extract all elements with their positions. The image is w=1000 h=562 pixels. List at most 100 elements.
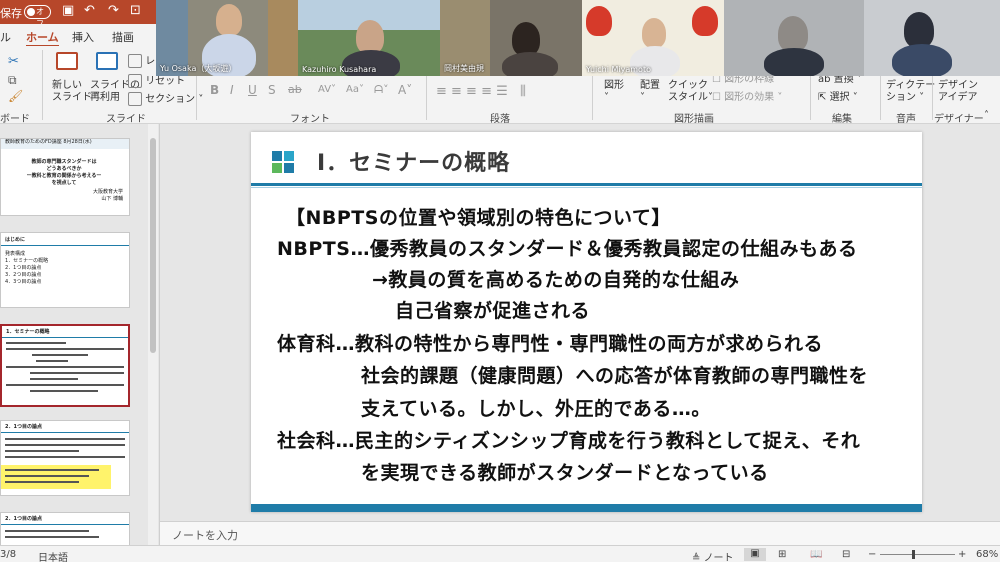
notes-toggle[interactable]: ≜ ノート	[692, 549, 734, 562]
thumb-text-line	[32, 354, 88, 356]
thumb-rule	[1, 245, 129, 246]
participant-name: 岡村美由規	[444, 64, 484, 73]
notes-pane[interactable]: ノートを入力	[160, 521, 1000, 545]
char-spacing-icon[interactable]: AV˅	[318, 84, 336, 96]
normal-view-icon[interactable]: ▣	[744, 548, 766, 561]
cut-icon[interactable]: ✂	[8, 55, 19, 68]
bold-icon[interactable]: B	[210, 84, 219, 96]
italic-icon[interactable]: I	[230, 84, 234, 96]
slide-sorter-icon[interactable]: ⊞	[778, 549, 786, 560]
slide-text-line[interactable]: 社会科…民主的シティズンシップ育成を行う教科として捉え、それ	[277, 426, 860, 453]
autosave-label: 保存	[0, 7, 22, 20]
slide-canvas[interactable]: Ⅰ．セミナーの概略 【NBPTSの位置や領域別の特色について】 NBPTS…優秀…	[251, 132, 922, 512]
layout-button[interactable]: レ	[128, 54, 155, 68]
participant-name: Yu Osaka（大坂遊）	[160, 64, 237, 73]
zoom-slider[interactable]	[880, 554, 955, 555]
slide-thumbnail-3-selected[interactable]: 1．セミナーの概略	[0, 324, 130, 407]
tab-draw[interactable]: 描画	[112, 29, 134, 45]
drawing-group-label: 図形描画	[674, 114, 714, 125]
video-tile-blurred[interactable]	[724, 0, 864, 76]
video-conference-strip: Yu Osaka（大坂遊） Kazuhiro Kusahara 岡村美由規 Yu…	[156, 0, 1000, 76]
language-indicator[interactable]: 日本語	[38, 549, 68, 562]
thumb-text-line	[5, 469, 99, 471]
tab-home[interactable]: ホーム	[26, 29, 59, 47]
participant-body	[764, 48, 824, 76]
slide-number: 3/8	[0, 549, 17, 560]
powerpoint-window: 保存 オフ ▣ ↶ ↷ ⊡ ル ホーム 挿入 描画 ✂ ⧉ 🖌 ボード 新しいス…	[0, 0, 1000, 562]
title-squares-icon	[272, 151, 294, 173]
thumb-title: はじめに	[5, 237, 26, 243]
strikethrough-icon[interactable]: ab	[288, 84, 302, 96]
thumbnail-scrollbar-thumb[interactable]	[150, 138, 156, 353]
reading-view-icon[interactable]: 📖	[810, 549, 822, 560]
slide-text-line[interactable]: 体育科…教科の特性から専門性・専門職性の両方が求められる	[277, 329, 823, 356]
change-case-icon[interactable]: Aa˅	[346, 84, 364, 96]
section-button[interactable]: セクション ˅	[128, 92, 203, 106]
slide-footer-bar	[251, 504, 922, 512]
participant-name: Yuichi Miyamoto	[586, 65, 651, 74]
design-ideas-button[interactable]: デザイン アイデア	[938, 80, 978, 104]
slide-text-line[interactable]: 自己省察が促進される	[395, 296, 590, 323]
shapes-button[interactable]: 図形 ˅	[604, 80, 624, 104]
underline-icon[interactable]: U	[248, 84, 257, 96]
thumb-text-line	[6, 366, 124, 368]
slide-title[interactable]: Ⅰ．セミナーの概略	[317, 145, 510, 177]
highlight-icon[interactable]: ᗩ˅	[374, 84, 389, 96]
quick-styles-button[interactable]: クイック スタイル˅	[668, 80, 713, 104]
zoom-slider-knob[interactable]	[912, 550, 915, 559]
video-tile[interactable]: Kazuhiro Kusahara	[298, 0, 440, 76]
font-color-icon[interactable]: A˅	[398, 84, 412, 96]
thumb-rule	[2, 337, 128, 338]
paragraph-group-label: 段落	[490, 114, 510, 125]
participant-head	[512, 22, 540, 56]
video-tile-blurred[interactable]	[864, 0, 1000, 76]
select-button[interactable]: ⇱ 選択 ˅	[818, 92, 858, 104]
slide-text-line[interactable]: を実現できる教師がスタンダードとなっている	[361, 458, 769, 485]
new-slide-icon[interactable]	[56, 52, 78, 70]
video-tile[interactable]: Yu Osaka（大坂遊）	[156, 0, 298, 76]
thumb-text-line	[6, 342, 66, 344]
slide-thumbnail-1[interactable]: 教師教育のためのFD講座 8月28日(水) 教師の専門職スタンダードは どうあるべ…	[0, 138, 130, 216]
reuse-slide-icon[interactable]	[96, 52, 118, 70]
thumb-text-line	[30, 378, 78, 380]
slide-thumbnail-4[interactable]: 2．1つ目の論点	[0, 420, 130, 496]
slide-text-line[interactable]: 支えている。しかし、外圧的である…。	[361, 394, 711, 421]
participant-head	[778, 16, 808, 52]
zoom-in-icon[interactable]: +	[958, 549, 966, 560]
thumb-text-line	[6, 384, 124, 386]
thumb-text-line	[5, 536, 99, 538]
thumb-header: 教師教育のためのFD講座 8月28日(水)	[1, 139, 129, 149]
shape-effects-button[interactable]: ☐ 図形の効果 ˅	[712, 92, 782, 104]
shadow-icon[interactable]: S	[268, 84, 276, 96]
collapse-ribbon-icon[interactable]: ˄	[984, 110, 989, 122]
present-icon[interactable]: ⊡	[130, 3, 141, 18]
slide-text-line[interactable]: →教員の質を高めるための自発的な仕組み	[372, 265, 739, 292]
dictate-button[interactable]: ディクテー ション ˅	[886, 80, 935, 104]
format-painter-icon[interactable]: 🖌	[8, 90, 23, 102]
participant-body	[502, 52, 558, 76]
slide-text-line[interactable]: 社会的課題（健康問題）への応答が体育教師の専門職性を	[361, 361, 868, 388]
zoom-level[interactable]: 68%	[976, 549, 998, 560]
slide-text-line[interactable]: 【NBPTSの位置や領域別の特色について】	[286, 203, 671, 230]
video-tile[interactable]: 岡村美由規	[440, 0, 582, 76]
copy-icon[interactable]: ⧉	[8, 74, 17, 86]
slide-thumbnail-2[interactable]: はじめに 発表構成 1．セミナーの概略 2．1つ目の論点 3．2つ目の論点 4．…	[0, 232, 130, 308]
columns-icon[interactable]: ⫼	[520, 85, 526, 98]
save-icon[interactable]: ▣	[62, 3, 74, 18]
undo-icon[interactable]: ↶	[84, 3, 95, 18]
zoom-out-icon[interactable]: −	[868, 549, 876, 560]
thumb-text-line	[5, 530, 89, 532]
align-icon[interactable]: ≡ ≡ ≡ ≡ ☰	[436, 85, 508, 98]
thumb-rule	[1, 524, 129, 525]
thumb-text-line	[5, 444, 125, 446]
redo-icon[interactable]: ↷	[108, 3, 119, 18]
thumb-text-line	[5, 475, 89, 477]
video-tile[interactable]: Yuichi Miyamoto	[582, 0, 724, 76]
tab-file-partial[interactable]: ル	[0, 29, 11, 45]
slideshow-icon[interactable]: ⊟	[842, 549, 850, 560]
slide-text-line[interactable]: NBPTS…優秀教員のスタンダード＆優秀教員認定の仕組みもある	[277, 234, 857, 261]
tab-insert[interactable]: 挿入	[72, 29, 94, 45]
reset-button[interactable]: リセット	[128, 74, 185, 88]
autosave-toggle[interactable]: オフ	[24, 5, 51, 28]
arrange-button[interactable]: 配置 ˅	[640, 80, 660, 104]
